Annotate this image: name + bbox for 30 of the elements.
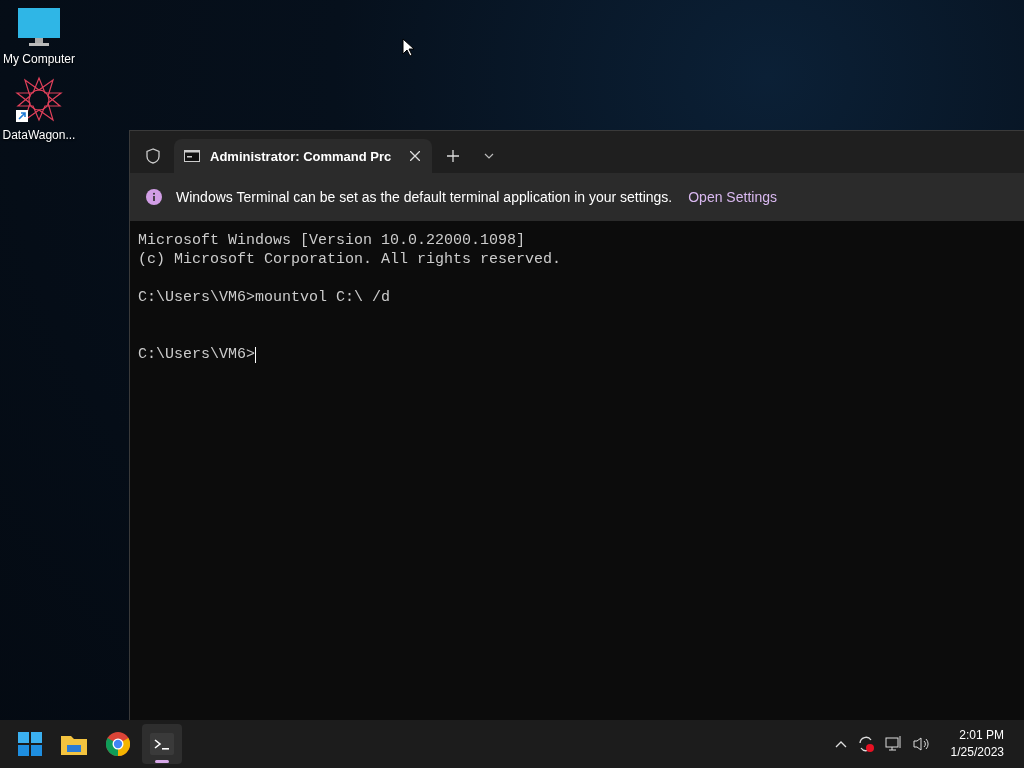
mouse-pointer-icon (402, 38, 414, 57)
windows-icon (18, 732, 42, 756)
desktop-icon-label[interactable]: My Computer (3, 52, 75, 66)
open-settings-link[interactable]: Open Settings (688, 189, 777, 205)
volume-icon[interactable] (912, 736, 931, 752)
clock[interactable]: 2:01 PM 1/25/2023 (950, 727, 1014, 761)
chevron-down-icon[interactable] (484, 153, 494, 159)
terminal-icon (150, 733, 174, 755)
console-icon (184, 150, 200, 162)
close-icon[interactable] (410, 151, 420, 161)
chevron-up-icon[interactable] (834, 740, 847, 748)
shield-icon[interactable] (146, 148, 160, 164)
text-cursor (255, 346, 257, 363)
console-line: C:\Users\VM6>mountvol C:\ /d (138, 288, 391, 307)
console-line: (c) Microsoft Corporation. All rights reserved. (138, 250, 562, 269)
desktop-icon-label[interactable]: DataWagon... (2, 128, 76, 142)
terminal-tab[interactable]: Administrator: Command Prc (174, 139, 432, 173)
console-line: Microsoft Windows [Version 10.0.22000.1098] (138, 231, 526, 250)
plus-icon[interactable] (447, 150, 459, 162)
info-message: Windows Terminal can be set as the default terminal application in your settings. (176, 189, 673, 205)
browser-icon (106, 732, 130, 756)
taskbar-app[interactable] (142, 724, 182, 764)
info-icon (146, 189, 162, 205)
star-emblem-icon (14, 76, 64, 124)
sync-icon[interactable] (856, 735, 875, 753)
folder-icon (61, 733, 87, 755)
console-line: C:\Users\VM6> (138, 345, 256, 364)
monitor-icon (17, 8, 61, 48)
network-icon[interactable] (884, 735, 903, 753)
tab-title: Administrator: Command Prc (210, 148, 393, 164)
